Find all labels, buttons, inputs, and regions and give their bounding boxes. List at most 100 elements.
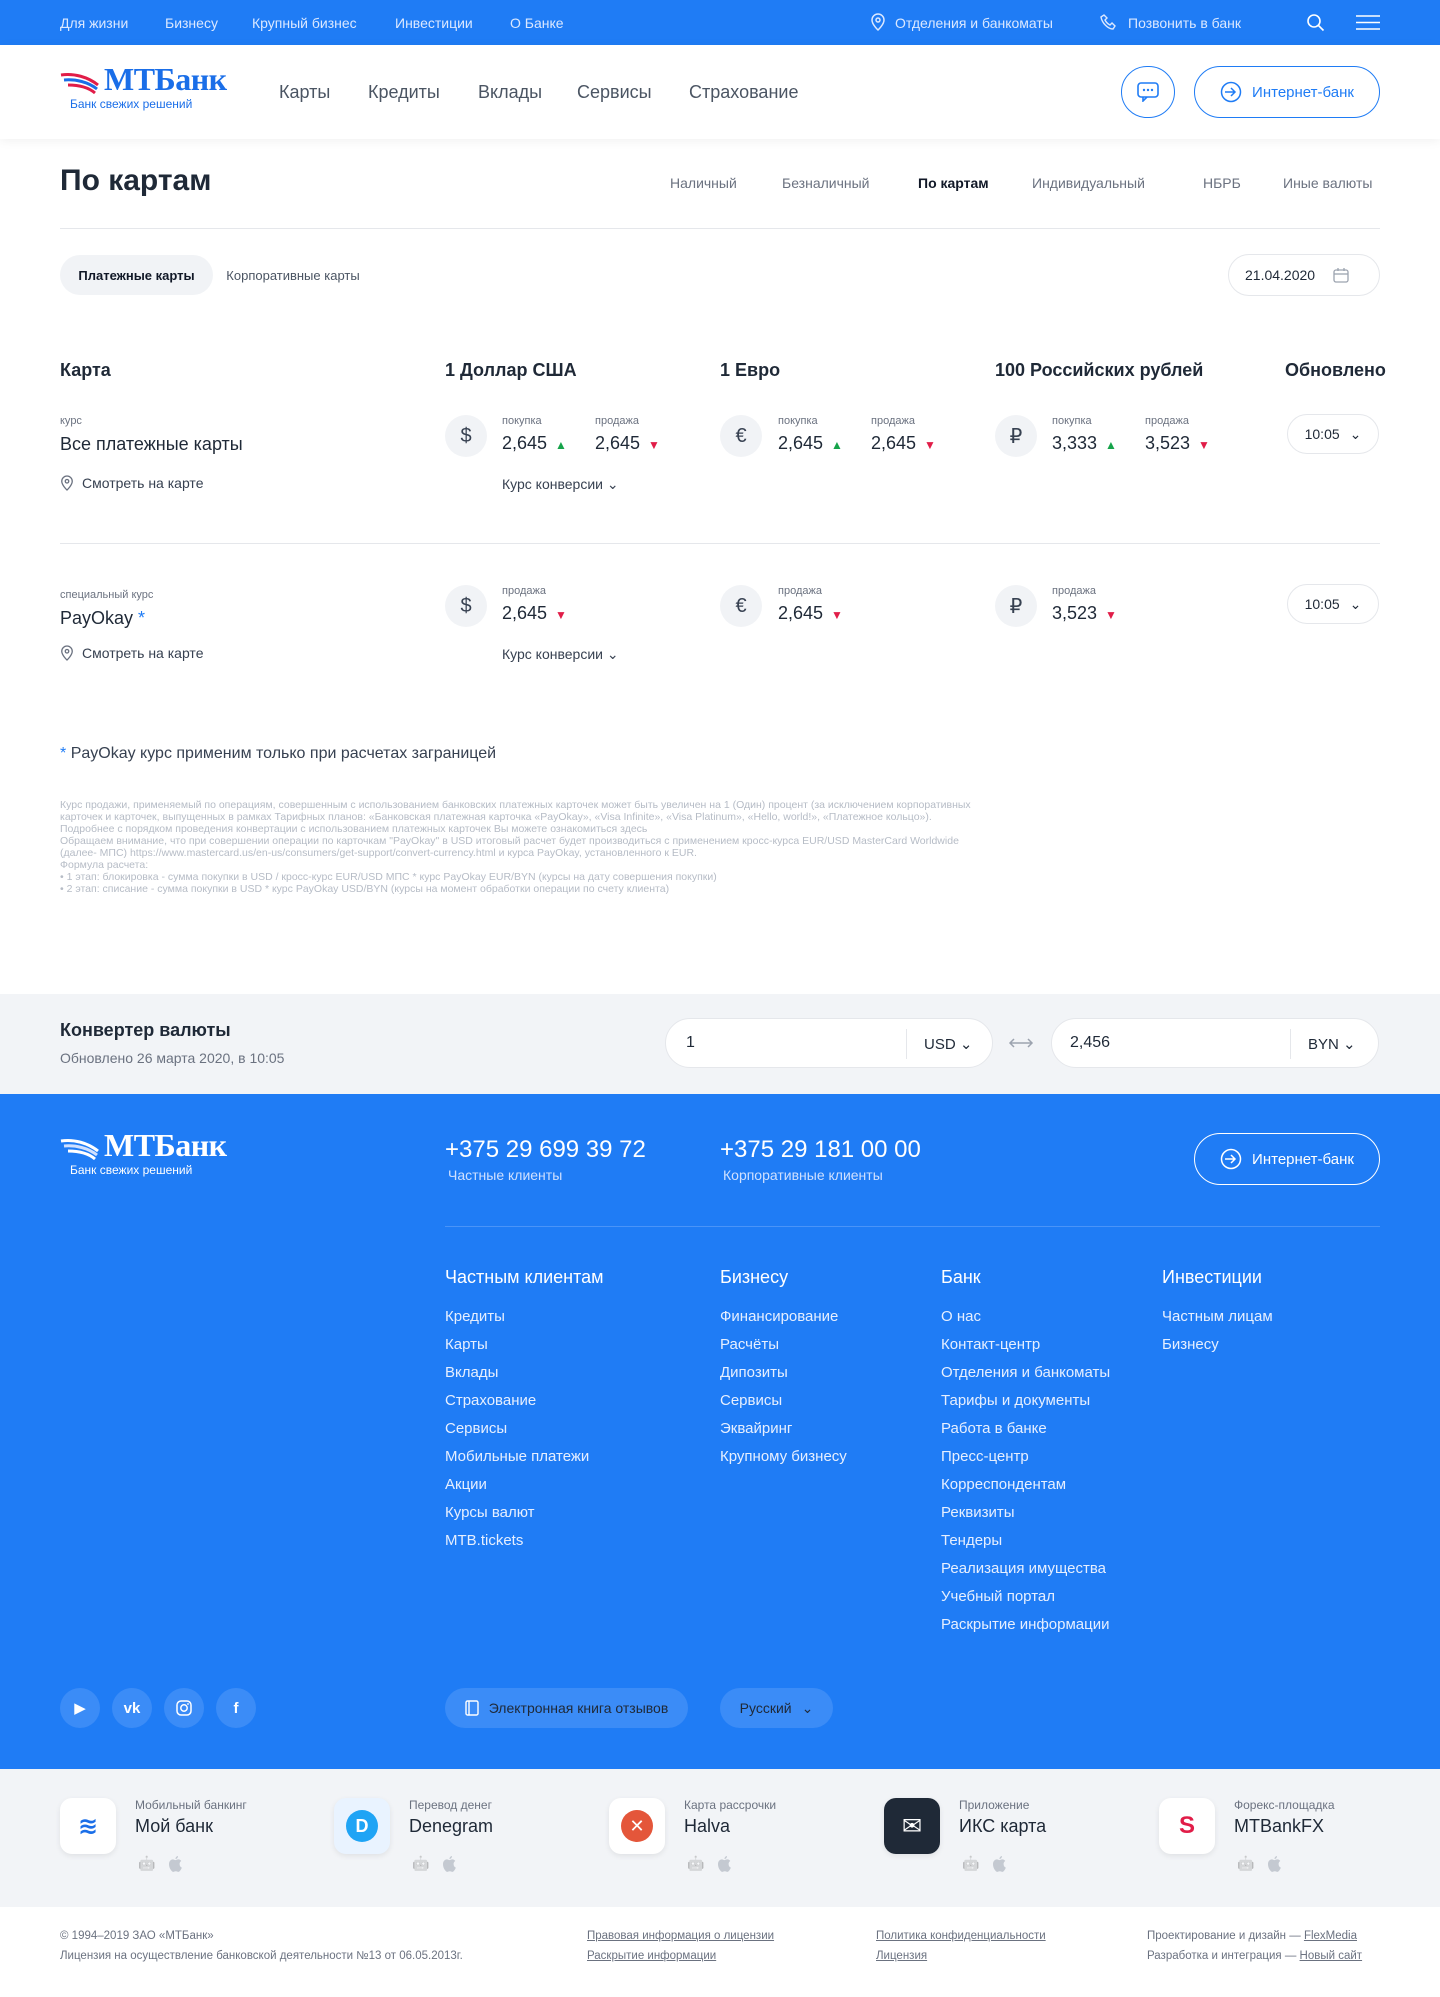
tab-cashless[interactable]: Безналичный — [782, 175, 870, 191]
footer-link[interactable]: Реквизиты — [941, 1504, 1015, 1521]
tab-cash[interactable]: Наличный — [670, 175, 737, 191]
converter-from-input[interactable]: 1 — [686, 1034, 695, 1052]
youtube-icon[interactable]: ▶ — [60, 1688, 100, 1728]
pill-corporate-cards[interactable]: Корпоративные карты — [218, 255, 368, 295]
footer-link[interactable]: Сервисы — [720, 1392, 782, 1409]
converter-to-input[interactable]: 2,456 — [1070, 1034, 1110, 1052]
tab-other-currencies[interactable]: Иные валюты — [1283, 175, 1372, 191]
footer-link[interactable]: Курсы валют — [445, 1504, 535, 1521]
nav-insurance[interactable]: Страхование — [689, 82, 798, 103]
app-name[interactable]: MTBankFX — [1234, 1816, 1324, 1837]
footer-link[interactable]: Карты — [445, 1336, 488, 1353]
updated-time-select[interactable]: 10:05 ⌄ — [1287, 414, 1379, 454]
footer-link[interactable]: Бизнесу — [1162, 1336, 1219, 1353]
footer-link[interactable]: Дипозиты — [720, 1364, 788, 1381]
footer-link[interactable]: Страхование — [445, 1392, 536, 1409]
legal-info-link[interactable]: Правовая информация о лицензии — [587, 1930, 774, 1942]
footer-link[interactable]: Тарифы и документы — [941, 1392, 1090, 1409]
mtbankfx-app-icon[interactable]: S — [1159, 1798, 1215, 1854]
topbar-link-investments[interactable]: Инвестиции — [395, 15, 473, 31]
conversion-rate-toggle[interactable]: Курс конверсии ⌄ — [502, 646, 619, 663]
footer-link[interactable]: Раскрытие информации — [941, 1616, 1110, 1633]
footer-link[interactable]: MTB.tickets — [445, 1532, 523, 1549]
moy-bank-app-icon[interactable]: ≋ — [60, 1798, 116, 1854]
footer-link[interactable]: Крупному бизнесу — [720, 1448, 847, 1465]
apple-icon[interactable] — [992, 1855, 1008, 1873]
reviews-book-button[interactable]: Электронная книга отзывов — [445, 1688, 688, 1728]
footer-link[interactable]: Расчёты — [720, 1336, 779, 1353]
conversion-rate-toggle[interactable]: Курс конверсии ⌄ — [502, 476, 619, 493]
topbar-link-life[interactable]: Для жизни — [60, 15, 128, 31]
footer-link[interactable]: Кредиты — [445, 1308, 505, 1325]
footer-link[interactable]: Вклады — [445, 1364, 498, 1381]
android-icon[interactable]: 🤖 — [687, 1855, 704, 1872]
map-link[interactable]: Смотреть на карте — [60, 475, 203, 491]
nav-cards[interactable]: Карты — [279, 82, 330, 103]
apple-icon[interactable] — [717, 1855, 733, 1873]
footer-link[interactable]: Реализация имущества — [941, 1560, 1106, 1577]
converter-to-currency[interactable]: BYN ⌄ — [1308, 1035, 1356, 1053]
footer-link[interactable]: Эквайринг — [720, 1420, 792, 1437]
instagram-icon[interactable] — [164, 1688, 204, 1728]
chat-button[interactable] — [1121, 66, 1175, 118]
map-link[interactable]: Смотреть на карте — [60, 645, 203, 661]
topbar-link-business[interactable]: Бизнесу — [165, 15, 218, 31]
footer-link[interactable]: Пресс-центр — [941, 1448, 1029, 1465]
date-picker[interactable]: 21.04.2020 — [1228, 254, 1380, 296]
footer-link[interactable]: Акции — [445, 1476, 487, 1493]
denegram-app-icon[interactable]: D — [334, 1798, 390, 1854]
apple-icon[interactable] — [168, 1855, 184, 1873]
footer-link[interactable]: О нас — [941, 1308, 981, 1325]
footer-link[interactable]: Контакт-центр — [941, 1336, 1040, 1353]
tab-nbrb[interactable]: НБРБ — [1203, 175, 1241, 191]
android-icon[interactable]: 🤖 — [1237, 1855, 1254, 1872]
topbar-link-big-business[interactable]: Крупный бизнес — [252, 15, 357, 31]
footer-link[interactable]: Тендеры — [941, 1532, 1002, 1549]
footer-link[interactable]: Работа в банке — [941, 1420, 1047, 1437]
footer-link[interactable]: Мобильные платежи — [445, 1448, 589, 1465]
converter-from-currency[interactable]: USD ⌄ — [924, 1035, 972, 1053]
topbar-branches-link[interactable]: Отделения и банкоматы — [895, 15, 1053, 31]
android-icon[interactable]: 🤖 — [138, 1855, 155, 1872]
phone-corporate[interactable]: +375 29 181 00 00 — [720, 1136, 921, 1164]
design-link[interactable]: FlexMedia — [1304, 1930, 1357, 1942]
privacy-link[interactable]: Политика конфиденциальности — [876, 1930, 1046, 1942]
footer-link[interactable]: Учебный портал — [941, 1588, 1055, 1605]
nav-credits[interactable]: Кредиты — [368, 82, 440, 103]
nav-services[interactable]: Сервисы — [577, 82, 652, 103]
tab-individual[interactable]: Индивидуальный — [1032, 175, 1145, 191]
footer-link[interactable]: Корреспондентам — [941, 1476, 1066, 1493]
app-name[interactable]: Denegram — [409, 1816, 493, 1837]
nav-deposits[interactable]: Вклады — [478, 82, 542, 103]
pill-payment-cards[interactable]: Платежные карты — [60, 255, 213, 295]
footer-link[interactable]: Сервисы — [445, 1420, 507, 1437]
search-icon[interactable] — [1306, 13, 1325, 32]
footer-internet-bank-button[interactable]: Интернет-банк — [1194, 1133, 1380, 1185]
phone-private[interactable]: +375 29 699 39 72 — [445, 1136, 646, 1164]
updated-time-select[interactable]: 10:05 ⌄ — [1287, 584, 1379, 624]
iks-card-app-icon[interactable]: ✉ — [884, 1798, 940, 1854]
tab-by-cards[interactable]: По картам — [918, 175, 989, 191]
halva-app-icon[interactable]: ✕ — [609, 1798, 665, 1854]
footer-link[interactable]: Частным лицам — [1162, 1308, 1273, 1325]
language-select[interactable]: Русский ⌄ — [720, 1688, 833, 1728]
apple-icon[interactable] — [442, 1855, 458, 1873]
facebook-icon[interactable]: f — [216, 1688, 256, 1728]
app-name[interactable]: Мой банк — [135, 1816, 213, 1837]
vk-icon[interactable]: vk — [112, 1688, 152, 1728]
footer-link[interactable]: Финансирование — [720, 1308, 838, 1325]
disclosure-link[interactable]: Раскрытие информации — [587, 1950, 716, 1962]
topbar-link-about[interactable]: О Банке — [510, 15, 564, 31]
topbar-call-link[interactable]: Позвонить в банк — [1128, 15, 1241, 31]
android-icon[interactable]: 🤖 — [412, 1855, 429, 1872]
dev-link[interactable]: Новый сайт — [1300, 1950, 1363, 1962]
android-icon[interactable]: 🤖 — [962, 1855, 979, 1872]
license-link[interactable]: Лицензия — [876, 1950, 927, 1962]
menu-icon[interactable] — [1356, 15, 1380, 30]
footer-link[interactable]: Отделения и банкоматы — [941, 1364, 1110, 1381]
internet-bank-button[interactable]: Интернет-банк — [1194, 66, 1380, 118]
app-name[interactable]: Halva — [684, 1816, 730, 1837]
swap-arrows-icon[interactable] — [1008, 1035, 1034, 1051]
app-name[interactable]: ИКС карта — [959, 1816, 1046, 1837]
apple-icon[interactable] — [1267, 1855, 1283, 1873]
